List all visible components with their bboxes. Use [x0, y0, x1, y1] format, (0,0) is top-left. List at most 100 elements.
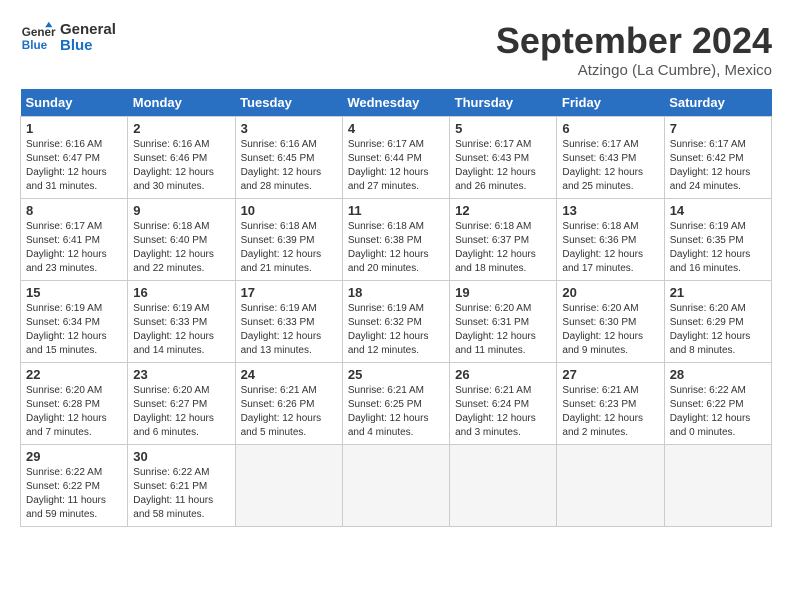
calendar-cell: 30 Sunrise: 6:22 AM Sunset: 6:21 PM Dayl…: [128, 445, 235, 527]
calendar-cell: 28 Sunrise: 6:22 AM Sunset: 6:22 PM Dayl…: [664, 363, 771, 445]
day-number: 24: [241, 367, 337, 382]
day-info: Sunrise: 6:21 AM Sunset: 6:26 PM Dayligh…: [241, 384, 337, 440]
calendar-table: Sunday Monday Tuesday Wednesday Thursday…: [20, 89, 772, 527]
day-info: Sunrise: 6:17 AM Sunset: 6:43 PM Dayligh…: [455, 138, 551, 194]
calendar-cell: 24 Sunrise: 6:21 AM Sunset: 6:26 PM Dayl…: [235, 363, 342, 445]
day-info: Sunrise: 6:20 AM Sunset: 6:31 PM Dayligh…: [455, 302, 551, 358]
day-info: Sunrise: 6:22 AM Sunset: 6:22 PM Dayligh…: [26, 466, 122, 522]
day-number: 14: [670, 203, 766, 218]
calendar-cell: 19 Sunrise: 6:20 AM Sunset: 6:31 PM Dayl…: [450, 281, 557, 363]
svg-text:General: General: [22, 26, 56, 39]
day-number: 6: [562, 121, 658, 136]
calendar-cell: 1 Sunrise: 6:16 AM Sunset: 6:47 PM Dayli…: [21, 117, 128, 199]
day-number: 30: [133, 449, 229, 464]
location: Atzingo (La Cumbre), Mexico: [496, 62, 772, 79]
calendar-cell: 18 Sunrise: 6:19 AM Sunset: 6:32 PM Dayl…: [342, 281, 449, 363]
day-info: Sunrise: 6:17 AM Sunset: 6:43 PM Dayligh…: [562, 138, 658, 194]
col-thursday: Thursday: [450, 89, 557, 117]
calendar-cell: [450, 445, 557, 527]
day-number: 16: [133, 285, 229, 300]
day-info: Sunrise: 6:18 AM Sunset: 6:40 PM Dayligh…: [133, 220, 229, 276]
calendar-cell: 12 Sunrise: 6:18 AM Sunset: 6:37 PM Dayl…: [450, 199, 557, 281]
day-number: 17: [241, 285, 337, 300]
col-wednesday: Wednesday: [342, 89, 449, 117]
day-info: Sunrise: 6:21 AM Sunset: 6:25 PM Dayligh…: [348, 384, 444, 440]
calendar-cell: 23 Sunrise: 6:20 AM Sunset: 6:27 PM Dayl…: [128, 363, 235, 445]
day-info: Sunrise: 6:17 AM Sunset: 6:41 PM Dayligh…: [26, 220, 122, 276]
calendar-cell: 20 Sunrise: 6:20 AM Sunset: 6:30 PM Dayl…: [557, 281, 664, 363]
day-number: 28: [670, 367, 766, 382]
day-number: 9: [133, 203, 229, 218]
logo: General Blue General Blue: [20, 20, 116, 56]
day-info: Sunrise: 6:16 AM Sunset: 6:47 PM Dayligh…: [26, 138, 122, 194]
day-number: 3: [241, 121, 337, 136]
logo-blue: Blue: [60, 38, 116, 55]
day-info: Sunrise: 6:20 AM Sunset: 6:30 PM Dayligh…: [562, 302, 658, 358]
col-monday: Monday: [128, 89, 235, 117]
calendar-cell: 4 Sunrise: 6:17 AM Sunset: 6:44 PM Dayli…: [342, 117, 449, 199]
day-info: Sunrise: 6:18 AM Sunset: 6:37 PM Dayligh…: [455, 220, 551, 276]
calendar-week-4: 22 Sunrise: 6:20 AM Sunset: 6:28 PM Dayl…: [21, 363, 772, 445]
calendar-cell: 7 Sunrise: 6:17 AM Sunset: 6:42 PM Dayli…: [664, 117, 771, 199]
calendar-cell: 8 Sunrise: 6:17 AM Sunset: 6:41 PM Dayli…: [21, 199, 128, 281]
calendar-cell: 11 Sunrise: 6:18 AM Sunset: 6:38 PM Dayl…: [342, 199, 449, 281]
calendar-cell: [664, 445, 771, 527]
day-number: 8: [26, 203, 122, 218]
day-number: 25: [348, 367, 444, 382]
day-info: Sunrise: 6:20 AM Sunset: 6:29 PM Dayligh…: [670, 302, 766, 358]
day-info: Sunrise: 6:22 AM Sunset: 6:21 PM Dayligh…: [133, 466, 229, 522]
svg-text:Blue: Blue: [22, 39, 48, 52]
calendar-cell: 13 Sunrise: 6:18 AM Sunset: 6:36 PM Dayl…: [557, 199, 664, 281]
calendar-header-row: Sunday Monday Tuesday Wednesday Thursday…: [21, 89, 772, 117]
title-block: September 2024 Atzingo (La Cumbre), Mexi…: [496, 20, 772, 79]
calendar-week-1: 1 Sunrise: 6:16 AM Sunset: 6:47 PM Dayli…: [21, 117, 772, 199]
col-tuesday: Tuesday: [235, 89, 342, 117]
day-info: Sunrise: 6:17 AM Sunset: 6:44 PM Dayligh…: [348, 138, 444, 194]
day-info: Sunrise: 6:20 AM Sunset: 6:28 PM Dayligh…: [26, 384, 122, 440]
calendar-cell: 22 Sunrise: 6:20 AM Sunset: 6:28 PM Dayl…: [21, 363, 128, 445]
day-info: Sunrise: 6:16 AM Sunset: 6:45 PM Dayligh…: [241, 138, 337, 194]
day-info: Sunrise: 6:18 AM Sunset: 6:36 PM Dayligh…: [562, 220, 658, 276]
day-number: 23: [133, 367, 229, 382]
day-number: 18: [348, 285, 444, 300]
col-friday: Friday: [557, 89, 664, 117]
day-number: 15: [26, 285, 122, 300]
day-info: Sunrise: 6:19 AM Sunset: 6:32 PM Dayligh…: [348, 302, 444, 358]
calendar-cell: 10 Sunrise: 6:18 AM Sunset: 6:39 PM Dayl…: [235, 199, 342, 281]
day-info: Sunrise: 6:19 AM Sunset: 6:34 PM Dayligh…: [26, 302, 122, 358]
day-number: 11: [348, 203, 444, 218]
calendar-cell: 5 Sunrise: 6:17 AM Sunset: 6:43 PM Dayli…: [450, 117, 557, 199]
day-number: 13: [562, 203, 658, 218]
calendar-cell: 14 Sunrise: 6:19 AM Sunset: 6:35 PM Dayl…: [664, 199, 771, 281]
calendar-cell: 21 Sunrise: 6:20 AM Sunset: 6:29 PM Dayl…: [664, 281, 771, 363]
day-number: 2: [133, 121, 229, 136]
month-title: September 2024: [496, 20, 772, 62]
calendar-cell: [235, 445, 342, 527]
day-info: Sunrise: 6:21 AM Sunset: 6:24 PM Dayligh…: [455, 384, 551, 440]
calendar-cell: 17 Sunrise: 6:19 AM Sunset: 6:33 PM Dayl…: [235, 281, 342, 363]
calendar-cell: 9 Sunrise: 6:18 AM Sunset: 6:40 PM Dayli…: [128, 199, 235, 281]
col-sunday: Sunday: [21, 89, 128, 117]
day-number: 21: [670, 285, 766, 300]
day-info: Sunrise: 6:21 AM Sunset: 6:23 PM Dayligh…: [562, 384, 658, 440]
calendar-cell: [557, 445, 664, 527]
page-header: General Blue General Blue September 2024…: [20, 20, 772, 79]
day-number: 1: [26, 121, 122, 136]
day-number: 5: [455, 121, 551, 136]
day-info: Sunrise: 6:18 AM Sunset: 6:38 PM Dayligh…: [348, 220, 444, 276]
day-info: Sunrise: 6:22 AM Sunset: 6:22 PM Dayligh…: [670, 384, 766, 440]
calendar-cell: 25 Sunrise: 6:21 AM Sunset: 6:25 PM Dayl…: [342, 363, 449, 445]
calendar-cell: 15 Sunrise: 6:19 AM Sunset: 6:34 PM Dayl…: [21, 281, 128, 363]
day-number: 7: [670, 121, 766, 136]
day-info: Sunrise: 6:19 AM Sunset: 6:33 PM Dayligh…: [241, 302, 337, 358]
day-number: 19: [455, 285, 551, 300]
day-number: 12: [455, 203, 551, 218]
day-number: 27: [562, 367, 658, 382]
day-number: 22: [26, 367, 122, 382]
logo-general: General: [60, 22, 116, 39]
calendar-week-5: 29 Sunrise: 6:22 AM Sunset: 6:22 PM Dayl…: [21, 445, 772, 527]
day-number: 20: [562, 285, 658, 300]
col-saturday: Saturday: [664, 89, 771, 117]
calendar-cell: 3 Sunrise: 6:16 AM Sunset: 6:45 PM Dayli…: [235, 117, 342, 199]
calendar-cell: 27 Sunrise: 6:21 AM Sunset: 6:23 PM Dayl…: [557, 363, 664, 445]
